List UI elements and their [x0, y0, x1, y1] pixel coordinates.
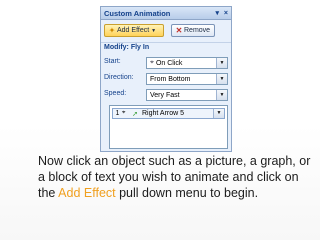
start-label: Start: [104, 58, 121, 65]
start-value: On Click [155, 59, 183, 67]
start-row: Start: ⌖ On Click ▼ [104, 57, 228, 69]
add-effect-label: Add Effect [117, 27, 150, 34]
pane-title-controls: ▾ × [212, 7, 228, 20]
pane-title-bar: Custom Animation ▾ × [101, 7, 231, 20]
remove-x-icon: ✕ [175, 26, 183, 35]
animation-list[interactable]: 1 ⌖ ➚ Right Arrow 5 ▼ [109, 105, 228, 149]
speed-select[interactable]: Very Fast ▼ [146, 89, 228, 101]
speed-row: Speed: Very Fast ▼ [104, 89, 228, 101]
direction-select[interactable]: From Bottom ▼ [146, 73, 228, 85]
dropdown-arrow-icon: ▼ [151, 27, 157, 34]
list-item[interactable]: 1 ⌖ ➚ Right Arrow 5 ▼ [112, 108, 225, 119]
caption-highlight: Add Effect [58, 186, 116, 200]
mouse-icon: ⌖ [122, 110, 126, 116]
pane-title: Custom Animation [104, 9, 171, 18]
modify-heading: Modify: Fly In [101, 42, 231, 53]
direction-label: Direction: [104, 74, 134, 81]
close-icon[interactable]: × [224, 10, 228, 17]
dropdown-arrow-icon[interactable]: ▼ [216, 58, 227, 68]
mouse-icon: ⌖ [150, 59, 154, 66]
star-icon: ✦ [108, 26, 116, 35]
speed-label: Speed: [104, 90, 127, 97]
effect-button-row: ✦ Add Effect ▼ ✕ Remove [104, 24, 228, 38]
add-effect-button[interactable]: ✦ Add Effect ▼ [104, 24, 164, 37]
dropdown-arrow-icon[interactable]: ▼ [213, 109, 224, 118]
remove-button[interactable]: ✕ Remove [171, 24, 215, 37]
direction-value: From Bottom [150, 75, 191, 83]
caption-text-after: pull down menu to begin. [115, 186, 259, 200]
dropdown-arrow-icon[interactable]: ▼ [216, 90, 227, 100]
list-item-order: 1 [115, 110, 120, 117]
start-select[interactable]: ⌖ On Click ▼ [146, 57, 228, 69]
custom-animation-pane: Custom Animation ▾ × ✦ Add Effect ▼ ✕ Re… [100, 6, 232, 152]
green-arrow-icon: ➚ [132, 110, 138, 118]
pane-menu-icon[interactable]: ▾ [215, 10, 219, 17]
speed-value: Very Fast [150, 91, 180, 99]
remove-label: Remove [184, 27, 211, 34]
direction-row: Direction: From Bottom ▼ [104, 73, 228, 85]
dropdown-arrow-icon[interactable]: ▼ [216, 74, 227, 84]
list-item-name: Right Arrow 5 [142, 110, 185, 117]
instruction-caption: Now click an object such as a picture, a… [38, 153, 314, 201]
